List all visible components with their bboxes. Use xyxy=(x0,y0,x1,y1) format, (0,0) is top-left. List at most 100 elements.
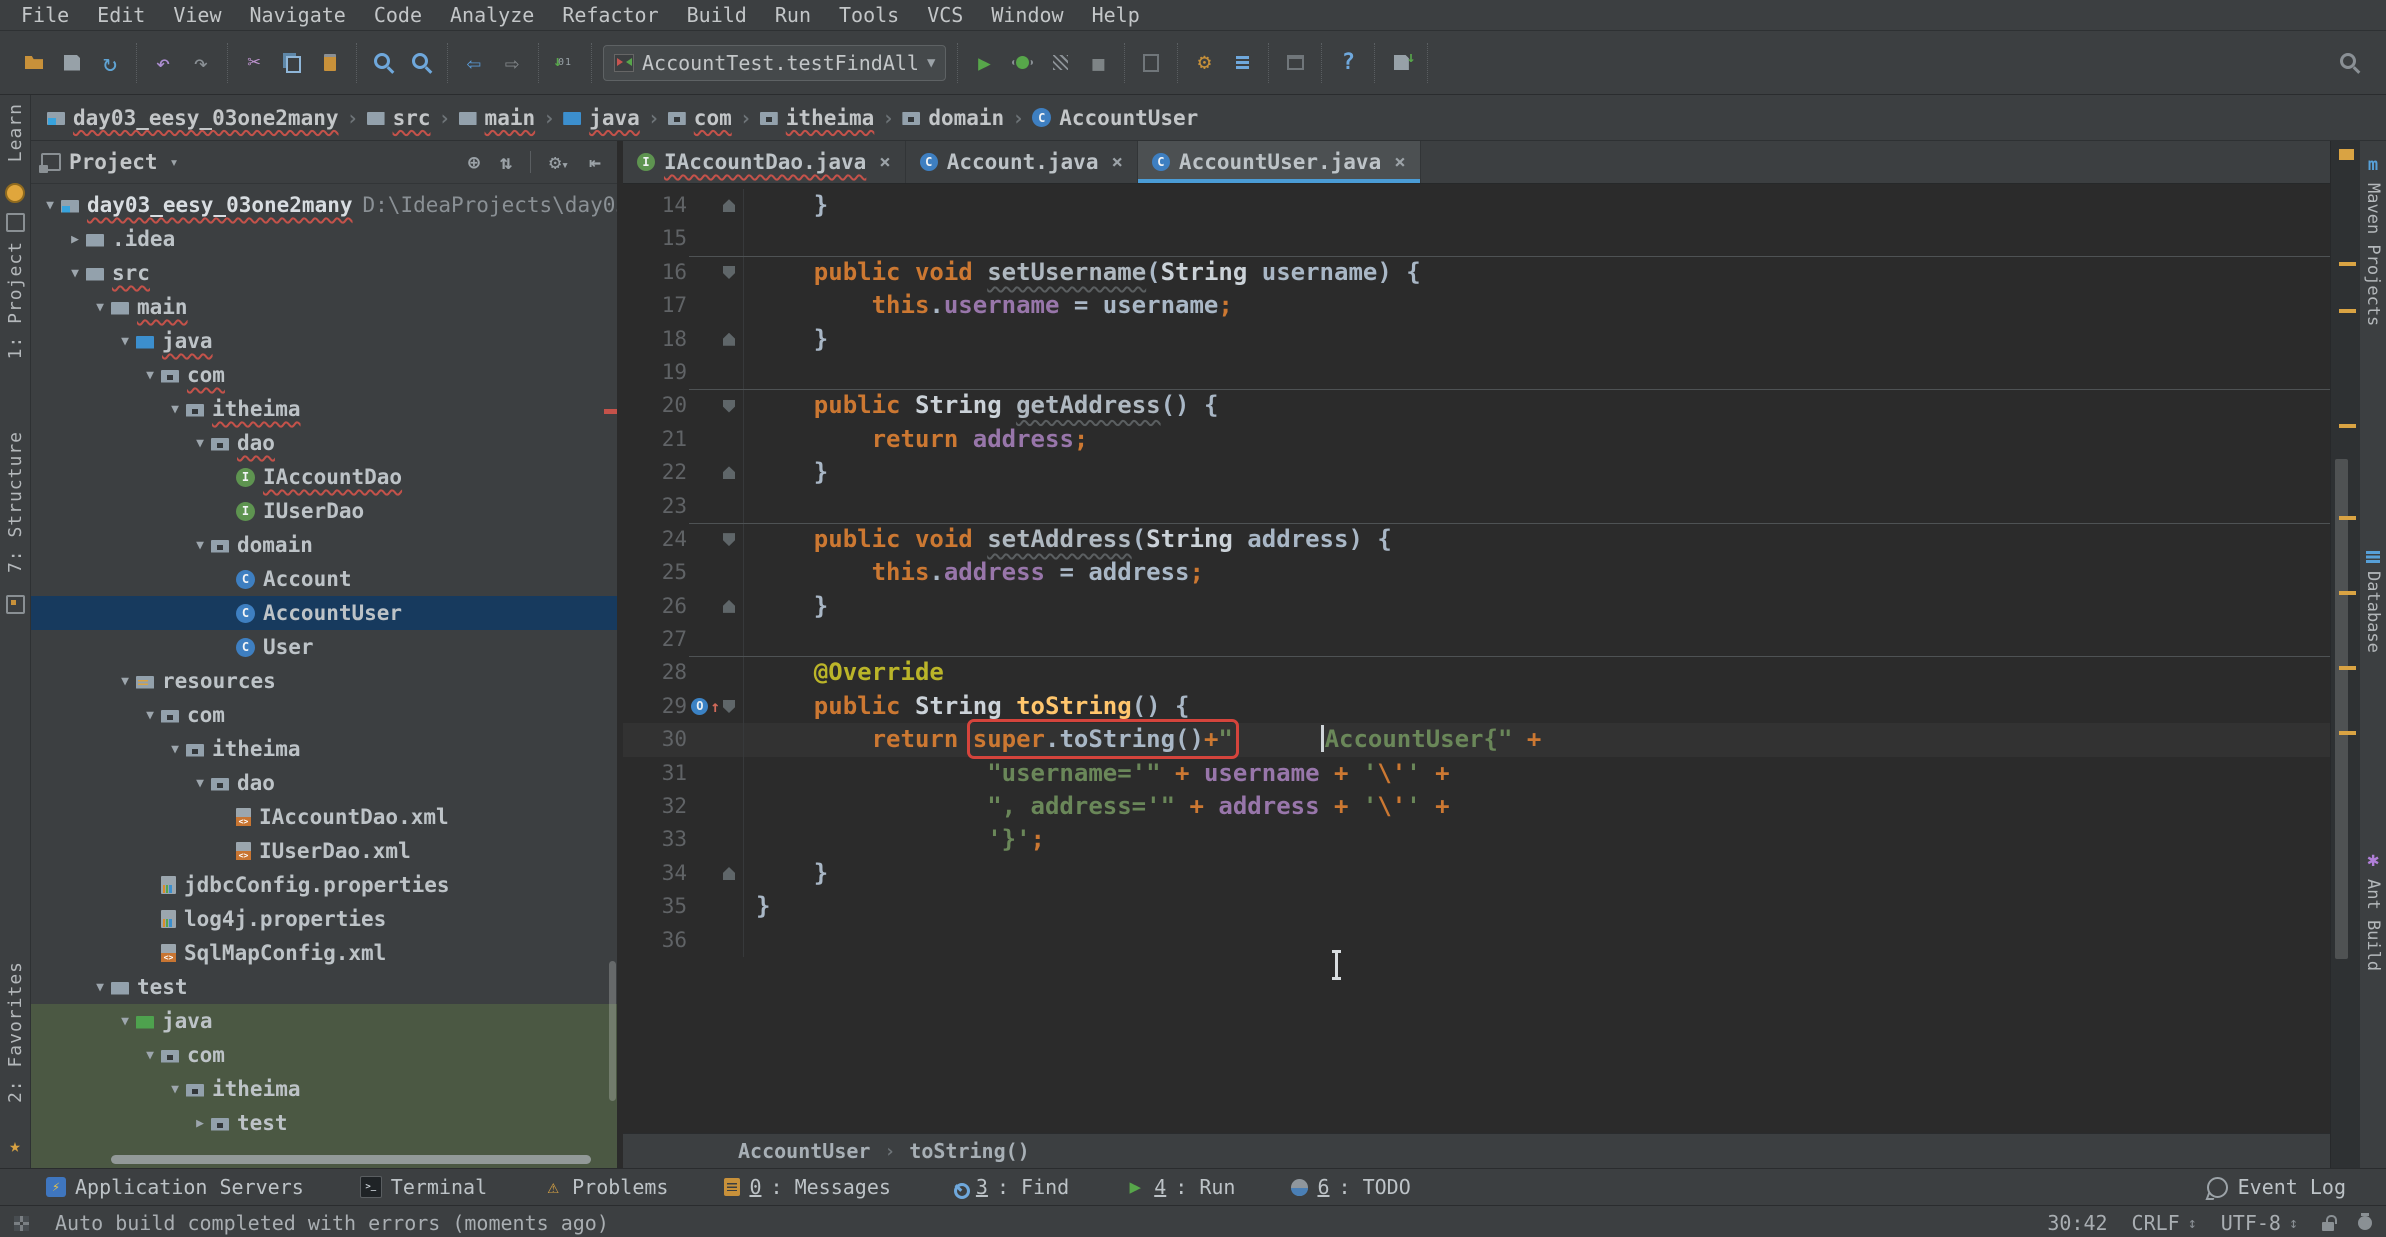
line-number[interactable]: 17 xyxy=(623,289,691,322)
line-number[interactable]: 26 xyxy=(623,590,691,623)
gutter-fold-column[interactable] xyxy=(691,823,744,856)
menu-item-run[interactable]: Run xyxy=(764,3,822,27)
tree-row-itheima[interactable]: ▼itheima xyxy=(31,1072,617,1106)
right-strip-ant[interactable]: ✱Ant Build xyxy=(2360,847,2386,971)
line-number[interactable]: 20 xyxy=(623,389,691,422)
search-everywhere-icon[interactable] xyxy=(2333,47,2365,79)
gutter-fold-column[interactable] xyxy=(691,323,744,356)
paste-icon[interactable] xyxy=(314,47,346,79)
code-text[interactable]: ", address='" + address + '\'' + xyxy=(744,790,1450,823)
menu-item-edit[interactable]: Edit xyxy=(86,3,156,27)
line-number[interactable]: 30 xyxy=(623,723,691,756)
tool-window-button--run[interactable]: 4: Run xyxy=(1125,1175,1235,1199)
breadcrumb-item-day03_eesy_03one2many[interactable]: day03_eesy_03one2many xyxy=(41,106,345,130)
tree-row-day03_eesy_03one2many[interactable]: ▼day03_eesy_03one2manyD:\IdeaProjects\da… xyxy=(31,188,617,222)
close-icon[interactable]: × xyxy=(1111,151,1122,173)
breadcrumb-item-main[interactable]: main xyxy=(453,106,542,130)
line-number[interactable]: 31 xyxy=(623,757,691,790)
menu-item-build[interactable]: Build xyxy=(676,3,758,27)
fold-start-icon[interactable] xyxy=(723,533,735,546)
line-number[interactable]: 33 xyxy=(623,823,691,856)
open-project-icon[interactable] xyxy=(18,47,50,79)
gutter-fold-column[interactable] xyxy=(691,623,744,656)
fold-start-icon[interactable] xyxy=(723,700,735,713)
tree-horizontal-scrollbar[interactable] xyxy=(111,1155,591,1164)
breadcrumb-method[interactable]: toString() xyxy=(909,1139,1029,1163)
tree-expander[interactable]: ▼ xyxy=(89,980,111,995)
menu-item-vcs[interactable]: VCS xyxy=(916,3,974,27)
menu-item-file[interactable]: File xyxy=(10,3,80,27)
breadcrumb-class[interactable]: AccountUser xyxy=(738,1139,870,1163)
chevron-down-icon[interactable]: ▾ xyxy=(170,153,179,171)
tab-AccountUser.java[interactable]: AccountUser.java× xyxy=(1138,141,1421,183)
tree-row-resources[interactable]: ▼resources xyxy=(31,664,617,698)
tree-row-src[interactable]: ▼src xyxy=(31,256,617,290)
gutter-fold-column[interactable]: O↑ xyxy=(691,690,744,723)
left-strip-favorites[interactable]: 2: Favorites xyxy=(5,961,26,1103)
hide-panel-icon[interactable]: ⇤ xyxy=(583,150,607,174)
gutter-fold-column[interactable] xyxy=(691,857,744,890)
tree-row-IAccountDao.xml[interactable]: IAccountDao.xml xyxy=(31,800,617,834)
fold-end-icon[interactable] xyxy=(723,199,735,212)
project-structure-icon[interactable] xyxy=(1226,47,1258,79)
line-number[interactable]: 36 xyxy=(623,924,691,957)
tree-row-IAccountDao[interactable]: IAccountDao xyxy=(31,460,617,494)
tree-expander[interactable]: ▼ xyxy=(164,1082,186,1097)
left-strip-project[interactable]: 1: Project xyxy=(5,241,26,359)
redo-icon[interactable] xyxy=(185,47,217,79)
tree-row-IUserDao[interactable]: IUserDao xyxy=(31,494,617,528)
line-number[interactable]: 19 xyxy=(623,356,691,389)
tree-expander[interactable]: ▼ xyxy=(114,1014,136,1029)
close-icon[interactable]: × xyxy=(879,151,890,173)
code-text[interactable]: } xyxy=(744,323,828,356)
line-number[interactable]: 34 xyxy=(623,857,691,890)
menu-item-view[interactable]: View xyxy=(162,3,232,27)
breadcrumb-item-com[interactable]: com xyxy=(662,106,738,130)
menu-item-code[interactable]: Code xyxy=(363,3,433,27)
forward-icon[interactable] xyxy=(496,47,528,79)
code-text[interactable]: } xyxy=(744,890,770,923)
encoding-selector[interactable]: UTF-8 xyxy=(2221,1211,2281,1235)
gutter-fold-column[interactable] xyxy=(691,790,744,823)
tree-row-AccountUser[interactable]: AccountUser xyxy=(31,596,617,630)
tree-expander[interactable]: ▼ xyxy=(189,538,211,553)
attach-profiler-icon[interactable] xyxy=(1135,47,1167,79)
gutter-fold-column[interactable] xyxy=(691,723,744,756)
breadcrumb-item-domain[interactable]: domain xyxy=(896,106,1010,130)
inspection-status-square[interactable] xyxy=(2339,149,2354,160)
tree-row-com[interactable]: ▼com xyxy=(31,1038,617,1072)
tree-row-dao[interactable]: ▼dao xyxy=(31,426,617,460)
tree-row-java[interactable]: ▼java xyxy=(31,324,617,358)
help-icon[interactable] xyxy=(1332,47,1364,79)
settings-icon[interactable] xyxy=(1188,47,1220,79)
code-text[interactable]: } xyxy=(744,590,828,623)
fold-start-icon[interactable] xyxy=(723,400,735,413)
tree-expander[interactable]: ▼ xyxy=(139,1048,161,1063)
undo-icon[interactable] xyxy=(147,47,179,79)
code-text[interactable]: return super.toString()+" AccountUser{" … xyxy=(744,723,1541,756)
code-text[interactable]: "username='" + username + '\'' + xyxy=(744,757,1450,790)
tree-expander[interactable]: ▼ xyxy=(189,776,211,791)
line-number[interactable]: 24 xyxy=(623,523,691,556)
fold-start-icon[interactable] xyxy=(723,266,735,279)
line-number[interactable]: 22 xyxy=(623,456,691,489)
run-icon[interactable] xyxy=(968,47,1000,79)
print-icon[interactable] xyxy=(1279,47,1311,79)
project-panel-title[interactable]: Project xyxy=(69,150,158,174)
tree-expander[interactable]: ▼ xyxy=(164,402,186,417)
gutter-fold-column[interactable] xyxy=(691,890,744,923)
line-number[interactable]: 28 xyxy=(623,656,691,689)
code-editor[interactable]: 14 }1516 public void setUsername(String … xyxy=(623,184,2330,1133)
lock-icon[interactable] xyxy=(2322,1222,2334,1231)
tree-row-java[interactable]: ▼java xyxy=(31,1004,617,1038)
warning-stripe-mark[interactable] xyxy=(2339,424,2356,428)
tree-row-com[interactable]: ▼com xyxy=(31,358,617,392)
editor-scroll-stripe[interactable] xyxy=(2330,141,2359,1168)
code-text[interactable]: return address; xyxy=(744,423,1088,456)
tool-window-button-problems[interactable]: Problems xyxy=(543,1175,668,1199)
gutter-fold-column[interactable] xyxy=(691,590,744,623)
menu-item-refactor[interactable]: Refactor xyxy=(551,3,669,27)
run-config-combo[interactable]: AccountTest.testFindAll▼ xyxy=(603,45,946,81)
warning-stripe-mark[interactable] xyxy=(2339,591,2356,595)
gutter-fold-column[interactable] xyxy=(691,924,744,957)
